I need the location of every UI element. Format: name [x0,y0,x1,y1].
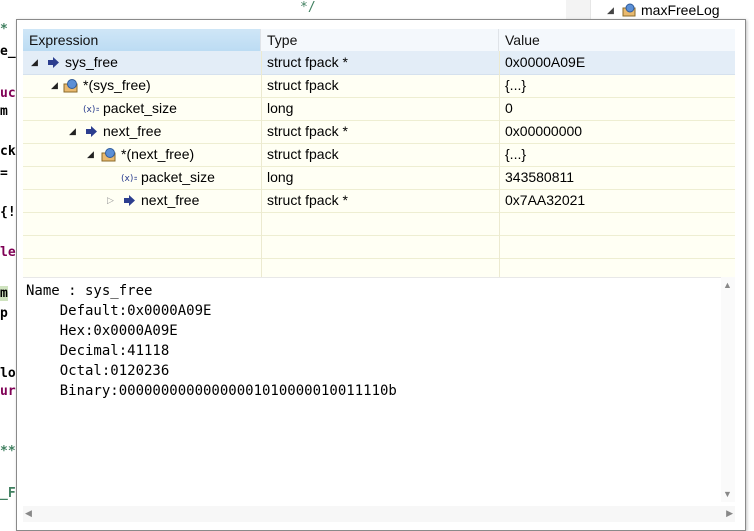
svg-text:(x)=: (x)= [121,174,137,184]
expression-hover-popup: Expression Type Value ◢ sys_free struct … [16,19,746,531]
row-value: 343580811 [505,169,575,185]
collapsed-arrow-icon[interactable]: ▷ [107,189,114,212]
editor-comment: */ [300,0,316,15]
code-fragment: e_ [0,44,16,59]
column-header-expression[interactable]: Expression [23,29,261,51]
details-horizontal-scrollbar[interactable]: ◀ ▶ [23,506,735,522]
empty-row [23,235,735,259]
tree-row-packet-size[interactable]: (x)= packet_size long 0 [23,97,735,121]
code-fragment: ck [0,144,16,159]
detail-decimal: Decimal:41118 [26,343,170,359]
row-name: *(next_free) [121,146,195,162]
struct-icon [622,3,636,17]
svg-text:(x)=: (x)= [83,105,99,115]
pointer-icon [48,57,59,68]
details-pane[interactable]: Name : sys_free Default:0x0000A09E Hex:0… [23,277,723,503]
row-type: long [267,100,294,116]
row-type: struct fpack * [267,192,348,208]
tree-row-nested-next-free[interactable]: ▷ next_free struct fpack * 0x7AA32021 [23,189,735,213]
row-type: struct fpack [267,146,339,162]
detail-name: Name : sys_free [26,283,153,299]
variable-icon: (x)= [121,174,137,184]
code-fragment: ** [0,444,16,459]
code-fragment: {! [0,205,16,220]
code-fragment: p [0,306,8,321]
empty-row [23,212,735,236]
code-fragment: * [0,22,8,37]
row-value: {...} [505,77,527,93]
detail-default: Default:0x0000A09E [26,303,212,319]
column-divider [499,51,500,295]
detail-binary: Binary:00000000000000001010000010011110b [26,383,397,399]
code-fragment: = [0,166,8,181]
row-type: struct fpack * [267,54,348,70]
scroll-left-icon[interactable]: ◀ [25,508,32,519]
tree-row-next-free[interactable]: ◢ next_free struct fpack * 0x00000000 [23,120,735,144]
struct-icon [101,148,116,162]
code-fragment: uct [0,86,16,101]
row-value: 0 [505,100,513,116]
row-name: packet_size [141,169,215,185]
column-divider [261,51,262,295]
detail-octal: Octal:0120236 [26,363,170,379]
pointer-icon [124,195,135,206]
tree-row-nested-packet-size[interactable]: (x)= packet_size long 343580811 [23,166,735,190]
row-value: 0x7AA32021 [505,192,586,208]
code-fragment: _F [0,486,16,501]
code-fragment: lo [0,366,16,381]
row-value: 0x00000000 [505,123,583,139]
tree-row-sys-free[interactable]: ◢ sys_free struct fpack * 0x0000A09E [23,51,735,75]
pointer-icon [86,126,97,137]
scroll-up-icon[interactable]: ▲ [723,280,732,290]
expanded-arrow-icon[interactable]: ◢ [87,143,94,166]
expanded-arrow-icon[interactable]: ◢ [51,74,58,97]
tree-header: Expression Type Value [23,29,735,52]
code-fragment: ur [0,384,16,399]
row-name: packet_size [103,100,177,116]
struct-icon [63,79,78,93]
row-name: next_free [141,192,200,208]
detail-hex: Hex:0x0000A09E [26,323,178,339]
tree-row-deref-next-free[interactable]: ◢ *(next_free) struct fpack {...} [23,143,735,167]
row-value: 0x0000A09E [505,54,586,70]
details-vertical-scrollbar[interactable]: ▲ ▼ [721,277,735,502]
scroll-right-icon[interactable]: ▶ [726,508,733,519]
column-header-value[interactable]: Value [499,29,735,51]
row-name: sys_free [65,54,118,70]
code-fragment: m [0,286,8,301]
scroll-down-icon[interactable]: ▼ [723,489,732,499]
row-type: struct fpack [267,77,339,93]
row-type: struct fpack * [267,123,348,139]
code-fragment: le [0,245,16,260]
editor-code-fragments: * e_ uct m ck = {! le m p lo ur ** _F [0,0,16,531]
expanded-arrow-icon[interactable]: ◢ [31,51,38,74]
row-value: {...} [505,146,527,162]
tree-row-deref-sys-free[interactable]: ◢ *(sys_free) struct fpack {...} [23,74,735,98]
variable-icon: (x)= [83,105,99,115]
expand-arrow-icon[interactable]: ◢ [607,5,614,16]
expression-tree: Expression Type Value ◢ sys_free struct … [23,29,735,295]
row-name: next_free [103,123,162,139]
outline-item-label: maxFreeLog [641,2,720,18]
column-header-type[interactable]: Type [261,29,499,51]
code-fragment: m [0,104,8,119]
expanded-arrow-icon[interactable]: ◢ [69,120,76,143]
row-type: long [267,169,294,185]
row-name: *(sys_free) [83,77,151,93]
